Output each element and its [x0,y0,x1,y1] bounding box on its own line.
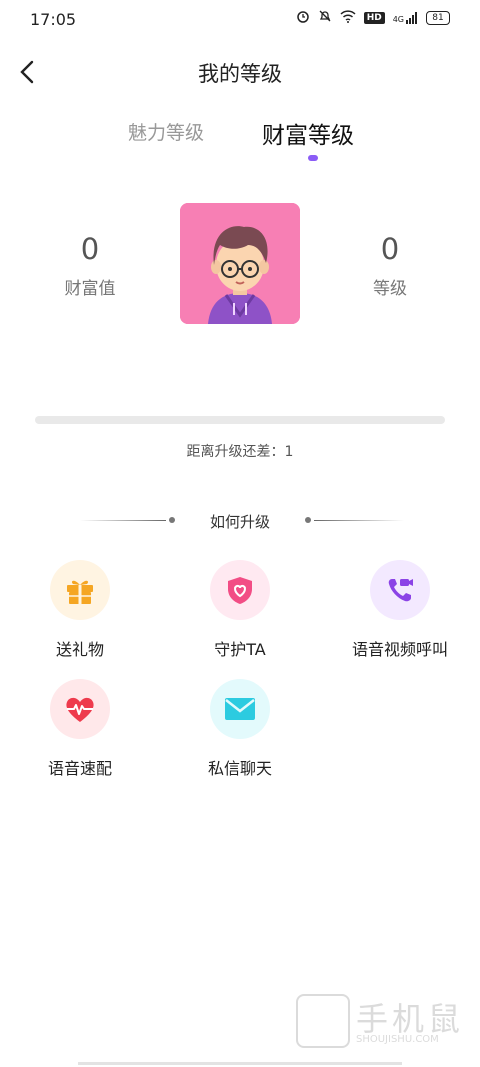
chevron-left-icon [20,60,34,84]
status-time: 17:05 [30,10,77,29]
watermark-logo: 手机鼠 SHOUJISHU.COM [296,994,466,1052]
status-icons: HD 4G 81 [296,9,450,26]
bottom-gesture-bar [78,1062,402,1065]
tab-active-indicator [308,155,318,161]
feature-guard[interactable]: 守护TA [170,560,310,660]
feature-icon-circle [50,679,110,739]
feature-label: 语音速配 [47,759,112,778]
feature-label: 送礼物 [55,640,104,659]
wealth-value: 0 [80,232,100,266]
feature-icon-circle [370,560,430,620]
feature-label: 私信聊天 [207,759,272,778]
avatar-image [180,203,300,324]
level-label: 等级 [373,279,407,299]
envelope-icon [225,698,255,720]
feature-icon-circle [210,560,270,620]
mute-bell-icon [318,9,332,26]
page-title: 我的等级 [198,62,282,86]
heart-pulse-icon [66,697,94,722]
wifi-icon [340,9,356,26]
alarm-icon [296,9,310,26]
watermark-subtext: SHOUJISHU.COM [356,1034,439,1045]
feature-icon-circle [50,560,110,620]
feature-private-chat[interactable]: 私信聊天 [170,679,310,779]
status-bar: 17:05 HD 4G 81 [0,0,480,42]
level-page: 17:05 HD 4G 81 我的等级 魅力等级 财富等级 0 财富值 0 等级… [0,0,480,1067]
feature-send-gift[interactable]: 送礼物 [10,560,150,660]
tab-wealth-level[interactable]: 财富等级 [262,116,354,150]
section-title: 如何升级 [209,513,270,531]
hd-badge: HD [363,11,385,24]
battery-icon: 81 [426,10,450,25]
feature-icon-circle [210,679,270,739]
level-value: 0 [380,232,400,266]
section-dot-right [305,517,311,523]
level-progress-bar [35,416,445,424]
avatar[interactable] [180,203,300,324]
tab-charm-level[interactable]: 魅力等级 [128,118,204,145]
feature-label: 语音视频呼叫 [351,640,448,659]
back-button[interactable] [14,58,42,86]
feature-voice-match[interactable]: 语音速配 [10,679,150,779]
network-type: 4G [392,14,404,24]
feature-label: 守护TA [214,640,266,659]
upgrade-remaining-text: 距离升级还差：1 [186,444,294,460]
feature-voice-video-call[interactable]: 语音视频呼叫 [330,560,470,660]
shield-heart-icon [228,577,252,604]
gift-icon [67,580,93,604]
video-call-icon [388,579,413,602]
wealth-label: 财富值 [64,279,116,299]
signal-icon: 4G [392,11,418,24]
watermark-mouse-icon [296,994,350,1048]
section-divider-right [314,520,404,521]
